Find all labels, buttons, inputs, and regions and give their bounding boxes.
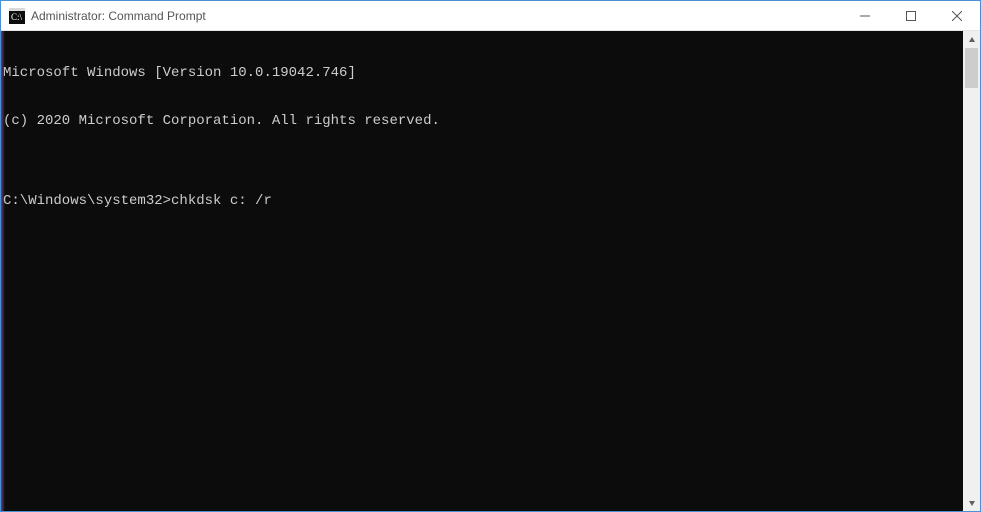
terminal-prompt: C:\Windows\system32> [3,193,171,209]
minimize-button[interactable] [842,1,888,31]
terminal-line: Microsoft Windows [Version 10.0.19042.74… [3,65,961,81]
close-button[interactable] [934,1,980,31]
client-area: Microsoft Windows [Version 10.0.19042.74… [1,31,980,511]
scrollbar-track[interactable] [963,48,980,494]
terminal-command: chkdsk c: /r [171,193,272,209]
scrollbar-thumb[interactable] [965,48,978,88]
scroll-down-button[interactable] [963,494,980,511]
command-prompt-window: C:\ Administrator: Command Prompt Micros… [0,0,981,512]
terminal-output[interactable]: Microsoft Windows [Version 10.0.19042.74… [1,31,963,511]
window-title: Administrator: Command Prompt [31,9,206,23]
terminal-prompt-line: C:\Windows\system32>chkdsk c: /r [3,193,961,209]
app-icon: C:\ [9,8,25,24]
maximize-button[interactable] [888,1,934,31]
terminal-line: (c) 2020 Microsoft Corporation. All righ… [3,113,961,129]
vertical-scrollbar[interactable] [963,31,980,511]
titlebar[interactable]: C:\ Administrator: Command Prompt [1,1,980,31]
svg-text:C:\: C:\ [11,12,23,22]
scroll-up-button[interactable] [963,31,980,48]
